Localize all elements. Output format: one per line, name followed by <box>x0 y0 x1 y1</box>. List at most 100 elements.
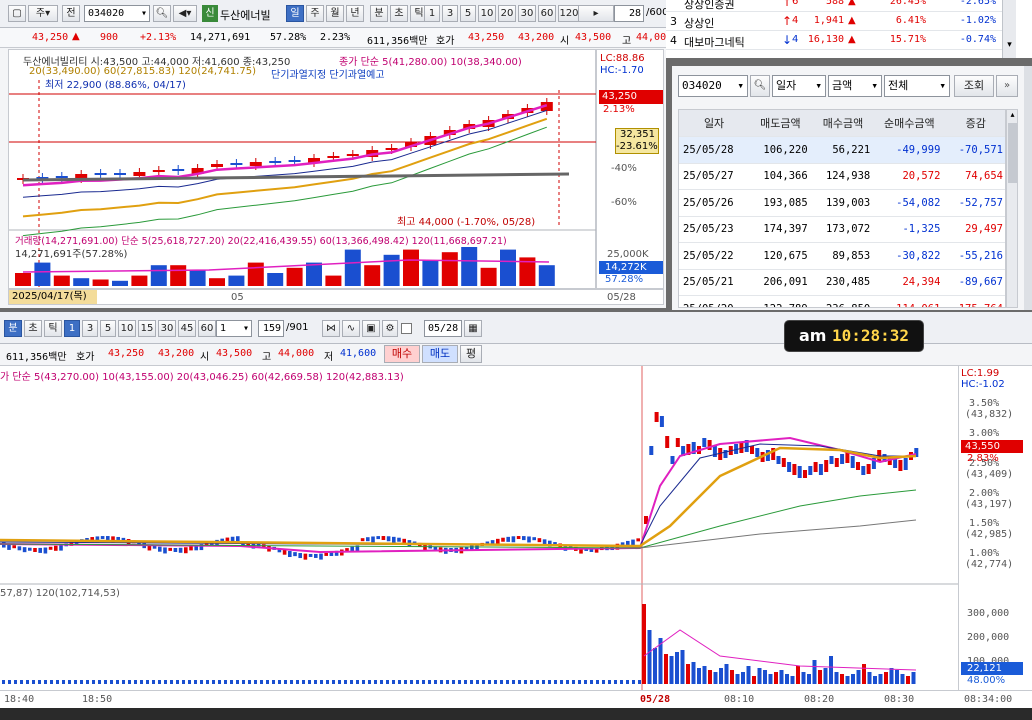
minute-interval-45[interactable]: 45 <box>178 320 196 337</box>
code-input[interactable]: 034020 ▾ <box>84 5 150 22</box>
expand-icon[interactable]: » <box>996 75 1018 97</box>
scroll-down-icon[interactable]: ▾ <box>1003 40 1016 54</box>
minute-chart-area[interactable]: 가 단순 5(43,270.00) 10(43,155.00) 20(43,04… <box>0 365 958 691</box>
trade-code-input[interactable]: 034020 ▾ <box>678 75 748 97</box>
minute-interval-30[interactable]: 30 <box>158 320 176 337</box>
trade-header-1[interactable]: 매도금액 <box>749 110 812 137</box>
candle-body <box>327 156 340 158</box>
spinner-arrows[interactable]: ▸ <box>578 5 614 22</box>
trade-scrollbar[interactable]: ▴ <box>1006 109 1018 308</box>
count-total: /600 <box>646 7 666 18</box>
minute-volume-bar <box>122 680 125 684</box>
trade-scroll-thumb[interactable] <box>1008 123 1017 183</box>
interval-1[interactable]: 1 <box>424 5 440 22</box>
minute-interval-15[interactable]: 15 <box>138 320 156 337</box>
interval-20[interactable]: 20 <box>498 5 516 22</box>
interval-120[interactable]: 120 <box>558 5 580 22</box>
rank-scrollbar[interactable]: ▾ <box>1002 0 1016 58</box>
minute-candle <box>28 547 32 551</box>
rank-price: 16,130 <box>807 34 844 45</box>
candle-body <box>172 169 185 171</box>
rank-row[interactable]: 4 대보마그네틱 ↓ 4 16,130 ▲ 15.71% -0.74% <box>666 31 1002 50</box>
minute-tab-0[interactable]: 분 <box>4 320 22 337</box>
minute-volume-bar <box>512 680 515 684</box>
minute-interval-3[interactable]: 3 <box>82 320 98 337</box>
daily-lc: LC:88.86 <box>600 53 645 64</box>
minute-volume-bar <box>845 676 850 684</box>
trade-search-button[interactable]: 조회 <box>954 75 994 97</box>
minute-interval-10[interactable]: 10 <box>118 320 136 337</box>
trade-search-icon[interactable]: 🔍︎ <box>750 75 770 97</box>
buy-button[interactable]: 매수 <box>384 345 420 363</box>
minute-tab-2[interactable]: 틱 <box>44 320 62 337</box>
minute-toolbar: 분초틱 1 3 5 10 15 30 45 60 1 ▾ 159 /901 ⋈ ∿ ▣ ⚙ 05… <box>0 312 1032 352</box>
minute-candle <box>173 547 178 552</box>
period-tab-1[interactable]: 주 <box>306 5 324 22</box>
settings-gear-icon[interactable]: ⚙ <box>382 320 398 337</box>
date-checkbox[interactable] <box>401 323 412 334</box>
interval-10[interactable]: 10 <box>478 5 496 22</box>
minute-interval-60[interactable]: 60 <box>198 320 216 337</box>
speaker-icon[interactable]: ◀▾ <box>173 5 197 22</box>
minute-candle <box>522 536 526 541</box>
trade-row[interactable]: 25/05/21 206,091 230,485 24,394 -89,667 <box>679 269 1005 296</box>
trade-scope-select[interactable]: 전체 ▾ <box>884 75 950 97</box>
trade-row[interactable]: 25/05/27 104,366 124,938 20,572 74,654 <box>679 163 1005 190</box>
trade-row[interactable]: 25/05/26 193,085 139,003 -54,082 -52,757 <box>679 189 1005 217</box>
period-tab-5[interactable]: 초 <box>390 5 408 22</box>
minute-count-input[interactable]: 159 <box>258 320 284 337</box>
period-tab-2[interactable]: 월 <box>326 5 344 22</box>
minute-volume-ma-line <box>643 629 917 671</box>
indicator-icon[interactable]: ∿ <box>342 320 360 337</box>
minute-candle <box>850 456 855 468</box>
volume-bar <box>34 262 51 286</box>
step-select[interactable]: 1 ▾ <box>216 320 252 337</box>
trade-row[interactable]: 25/05/22 120,675 89,853 -30,822 -55,216 <box>679 242 1005 270</box>
minute-volume-bar <box>608 680 611 684</box>
chart-tools-icon[interactable]: ⋈ <box>322 320 340 337</box>
rank-list-panel: 상상인증권 ↑ 6 588 ▲ 26.45% -2.65% 3 상상인 ↑ 4 1,941 ▲ 6.41%… <box>666 0 1032 58</box>
trade-row[interactable]: 25/05/23 174,397 173,072 -1,325 29,497 <box>679 216 1005 243</box>
trade-code-value: 034020 <box>682 79 722 92</box>
calendar-icon[interactable]: ▦ <box>464 320 482 337</box>
interval-5[interactable]: 5 <box>460 5 476 22</box>
minute-volume-bar <box>2 680 5 684</box>
period-tab-3[interactable]: 년 <box>346 5 364 22</box>
sell-button[interactable]: 매도 <box>422 345 458 363</box>
prev-button[interactable]: 전 <box>62 5 80 22</box>
trade-scroll-up-icon[interactable]: ▴ <box>1007 110 1018 122</box>
avg-button[interactable]: 평 <box>460 345 482 363</box>
trade-cell: -54,082 <box>874 189 945 217</box>
trade-header-4[interactable]: 증감 <box>944 110 1005 137</box>
period-tab-0[interactable]: 일 <box>286 5 304 22</box>
save-icon[interactable]: ▣ <box>362 320 380 337</box>
interval-60[interactable]: 60 <box>538 5 556 22</box>
minute-tab-1[interactable]: 초 <box>24 320 42 337</box>
trade-unit-select[interactable]: 금액 ▾ <box>828 75 882 97</box>
trade-row[interactable]: 25/05/20122,789236,850114,061175,764 <box>679 295 1005 307</box>
search-icon[interactable]: 🔍︎ <box>153 5 171 22</box>
trade-period-select[interactable]: 일자 ▾ <box>772 75 826 97</box>
count-input[interactable]: 28 <box>614 5 644 22</box>
trade-cell: 175,764 <box>944 295 1005 307</box>
trade-header-0[interactable]: 일자 <box>679 110 750 137</box>
trade-row[interactable]: 25/05/28 106,220 56,221 -49,999 -70,571 <box>679 136 1005 164</box>
window-menu-icon[interactable]: ▢ <box>8 5 26 22</box>
volume-bar <box>325 275 342 286</box>
minute-date-input[interactable]: 05/28 <box>424 320 462 337</box>
minute-interval-5[interactable]: 5 <box>100 320 116 337</box>
interval-3[interactable]: 3 <box>442 5 458 22</box>
trade-header-3[interactable]: 순매수금액 <box>874 110 945 137</box>
minute-interval-1[interactable]: 1 <box>64 320 80 337</box>
type-select[interactable]: 주▾ <box>28 5 58 22</box>
minute-volume-bar <box>356 680 359 684</box>
rank-row[interactable]: 상상인증권 ↑ 6 588 ▲ 26.45% -2.65% <box>666 0 1002 12</box>
rank-row[interactable]: 3 상상인 ↑ 4 1,941 ▲ 6.41% -1.02% <box>666 12 1002 31</box>
trade-cell: 173,072 <box>811 216 875 243</box>
period-tab-4[interactable]: 분 <box>370 5 388 22</box>
interval-30[interactable]: 30 <box>518 5 536 22</box>
volume-bar <box>383 254 400 286</box>
trade-header-2[interactable]: 매수금액 <box>811 110 875 137</box>
daily-chart-area[interactable]: 두산에너빌리티 시:43,500 고:44,000 저:41,600 종:43,… <box>8 49 597 290</box>
quote-change: 900 <box>100 32 119 43</box>
